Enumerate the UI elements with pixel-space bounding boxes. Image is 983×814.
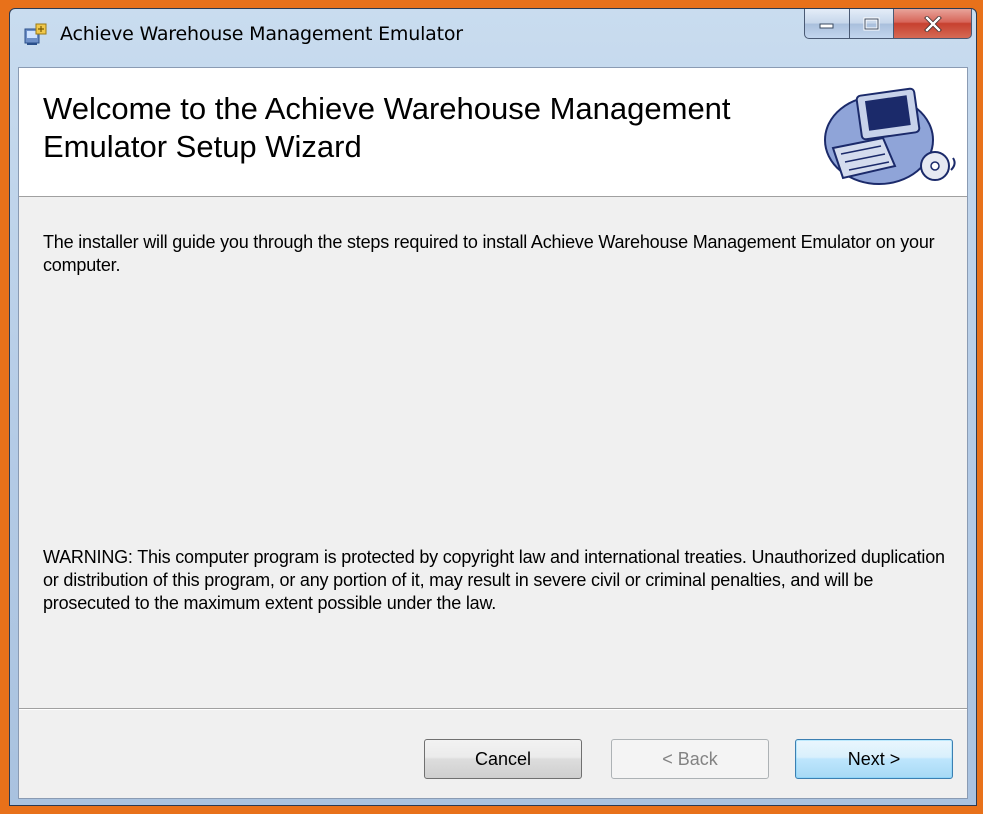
- back-button[interactable]: < Back: [611, 739, 769, 779]
- cancel-button[interactable]: Cancel: [424, 739, 582, 779]
- next-button[interactable]: Next >: [795, 739, 953, 779]
- maximize-icon: [863, 17, 879, 30]
- installer-window: Achieve Warehouse Management Emulator We…: [9, 8, 977, 806]
- close-button[interactable]: [894, 9, 972, 39]
- installer-icon: [24, 23, 47, 45]
- computer-cd-icon: [824, 87, 956, 185]
- minimize-button[interactable]: [804, 9, 850, 39]
- close-icon: [923, 15, 942, 32]
- footer-divider: [19, 708, 967, 710]
- title-bar[interactable]: Achieve Warehouse Management Emulator: [10, 9, 976, 67]
- wizard-banner: Welcome to the Achieve Warehouse Managem…: [19, 68, 967, 197]
- copyright-warning: WARNING: This computer program is protec…: [43, 547, 945, 613]
- minimize-icon: [819, 23, 834, 28]
- caption-buttons: [804, 9, 972, 41]
- maximize-button[interactable]: [850, 9, 894, 39]
- intro-text: The installer will guide you through the…: [43, 232, 935, 275]
- wizard-heading: Welcome to the Achieve Warehouse Managem…: [43, 91, 731, 164]
- wizard-client-area: Welcome to the Achieve Warehouse Managem…: [18, 67, 968, 799]
- window-title: Achieve Warehouse Management Emulator: [60, 23, 463, 45]
